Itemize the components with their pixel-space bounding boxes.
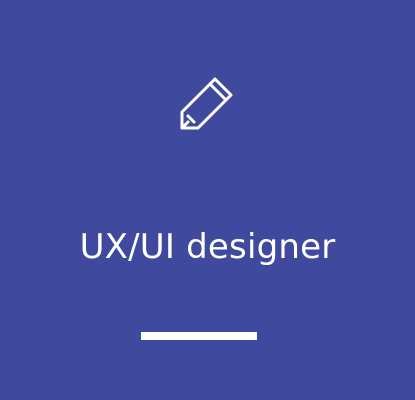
title-underline (141, 332, 257, 340)
service-card: UX/UI designer (0, 0, 415, 400)
pencil-icon (176, 70, 240, 134)
card-title: UX/UI designer (79, 227, 336, 267)
